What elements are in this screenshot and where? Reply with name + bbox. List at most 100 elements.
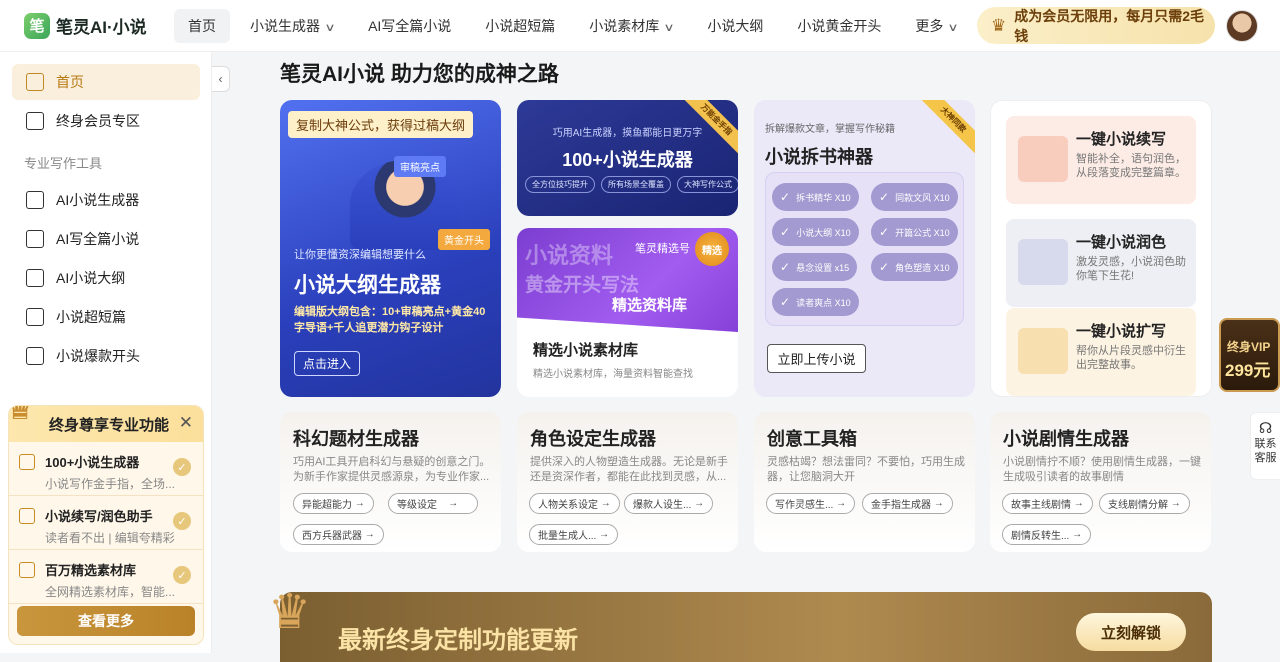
customer-service-label: 联系客服	[1254, 438, 1277, 464]
card-label: 黄金开头	[438, 229, 490, 250]
feature-chip: 全方位技巧提升	[525, 176, 595, 193]
sidebar-item-ai-full-novel[interactable]: AI写全篇小说	[12, 221, 200, 257]
feature-link-chip[interactable]: 人物关系设定 →	[529, 493, 620, 514]
feature-chip: ✓ 读者爽点 X10	[772, 288, 859, 316]
customer-service-button[interactable]: ☊ 联系客服	[1250, 412, 1280, 480]
book-dismantle-card[interactable]: 大神同款 拆解爆款文章，掌握写作秘籍 小说拆书神器 ✓ 拆书精华 X10 ✓ 同款文…	[754, 100, 975, 397]
pages-icon	[26, 308, 44, 326]
upload-novel-button[interactable]: 立即上传小说	[767, 344, 866, 373]
sidebar-item-short-story[interactable]: 小说超短篇	[12, 299, 200, 335]
chip-label: 爆款人设生...	[633, 500, 692, 511]
book-icon	[19, 453, 35, 470]
outline-generator-card[interactable]: 复制大神公式，获得过稿大纲 审稿亮点 黄金开头 让你更懂资深编辑想要什么 小说大…	[280, 100, 501, 397]
open-book-icon	[26, 230, 44, 248]
promo-feature: 100+小说生成器 小说写作金手指，全场... ✓	[9, 442, 203, 496]
feature-chip-label: 读者爽点 X10	[796, 297, 851, 308]
feature-link-chip[interactable]: 异能超能力 →	[293, 493, 374, 514]
chip-label: 支线剧情分解	[1108, 500, 1168, 511]
chip-label: 剧情反转生...	[1011, 531, 1070, 542]
tool-description: 帮你从片段灵感中衍生出完整故事。	[1076, 345, 1186, 371]
feature-chip-label: 同款文风 X10	[895, 192, 950, 203]
chip-label: 异能超能力	[302, 500, 352, 511]
character-generator-card[interactable]: 角色设定生成器 提供深入的人物塑造生成器。无论是新手还是资深作者，都能在此找到灵…	[517, 412, 738, 552]
generator-collection-card[interactable]: 万能金手指 巧用AI生成器，摸鱼都能日更万字 100+小说生成器 全方位技巧提升…	[517, 100, 738, 216]
card-title: 创意工具箱	[767, 429, 857, 449]
tool-expand[interactable]: 一键小说扩写 帮你从片段灵感中衍生出完整故事。	[1006, 308, 1196, 396]
card-title: 角色设定生成器	[530, 429, 656, 449]
promo-feature-sub: 读者看不出 | 编辑夸精彩	[45, 531, 175, 545]
brand-logo[interactable]: 笔 笔灵AI·小说	[24, 12, 174, 39]
tool-polish[interactable]: 一键小说润色 激发灵感，小说润色助你笔下生花!	[1006, 219, 1196, 307]
feature-link-chip[interactable]: 西方兵器武器 →	[293, 524, 384, 545]
feature-link-chip[interactable]: 爆款人设生... →	[624, 493, 714, 514]
feature-link-chip[interactable]: 等级设定 →	[388, 493, 478, 514]
nav-more[interactable]: 更多 ∨	[901, 9, 971, 43]
enter-button[interactable]: 点击进入	[294, 351, 360, 376]
feature-chip: 所有场景全覆盖	[601, 176, 671, 193]
chevron-down-icon: ∨	[947, 21, 960, 34]
material-library-card[interactable]: 小说资料 黄金开头写法 精选资料库 笔灵精选号 精选 精选小说素材库 精选小说素…	[517, 228, 738, 397]
sidebar-item-hit-opening[interactable]: 小说爆款开头	[12, 338, 200, 374]
sidebar-collapse-button[interactable]: ‹	[212, 66, 230, 92]
vip-upgrade-button[interactable]: ♛ 成为会员无限用，每月只需2毛钱	[977, 7, 1215, 44]
nav-golden-opening-label: 小说黄金开头	[797, 17, 882, 34]
feature-link-chip[interactable]: 故事主线剧情 →	[1002, 493, 1093, 514]
lifetime-vip-float-badge[interactable]: 终身VIP 299元	[1219, 318, 1280, 392]
chip-label: 故事主线剧情	[1011, 500, 1071, 511]
promo-header: ♛ 终身尊享专业功能 ✕	[9, 406, 203, 442]
promo-feature-sub: 全网精选素材库，智能...	[45, 585, 176, 599]
creative-toolbox-card[interactable]: 创意工具箱 灵感枯竭？想法雷同？不要怕，巧用生成器，让您脑洞大开 写作灵感生..…	[754, 412, 975, 552]
chip-label: 批量生成人...	[538, 531, 597, 542]
card-description: 编辑版大纲包含：10+审稿亮点+黄金40字导语+千人追更潜力钩子设计	[294, 306, 486, 334]
nav-home[interactable]: 首页	[174, 8, 230, 43]
feature-link-chip[interactable]: 剧情反转生... →	[1002, 524, 1092, 545]
card-title: 科幻题材生成器	[293, 429, 419, 449]
promo-feature-title: 百万精选素材库	[45, 563, 137, 578]
quick-tools-card: 一键小说续写 智能补全，语句润色，从段落变成完整篇章。 一键小说润色 激发灵感，…	[990, 100, 1212, 397]
main-nav: 首页 小说生成器 ∨ AI写全篇小说 小说超短篇 小说素材库 ∨ 小说大纲 小说黄金…	[174, 0, 977, 52]
check-icon: ✓	[780, 225, 791, 239]
sidebar-item-label: 终身会员专区	[56, 113, 140, 129]
close-icon[interactable]: ✕	[179, 413, 193, 433]
feature-chip: ✓ 角色塑造 X10	[871, 253, 958, 281]
promo-feature: 百万精选素材库 全网精选素材库，智能... ✓	[9, 550, 203, 604]
nav-home-label: 首页	[188, 17, 216, 34]
sidebar-item-home[interactable]: 首页	[12, 64, 200, 100]
check-icon: ✓	[173, 512, 191, 530]
promo-feature-title: 小说续写/润色助手	[45, 509, 153, 524]
feature-chip: ✓ 开篇公式 X10	[871, 218, 958, 246]
nav-material-library[interactable]: 小说素材库 ∨	[575, 9, 687, 43]
nav-short-story[interactable]: 小说超短篇	[471, 9, 569, 43]
feature-link-chip[interactable]: 批量生成人... →	[529, 524, 619, 545]
plot-generator-card[interactable]: 小说剧情生成器 小说剧情拧不顺？使用剧情生成器，一键生成吸引读者的故事剧情 故事…	[990, 412, 1211, 552]
check-icon: ✓	[780, 260, 791, 274]
scifi-generator-card[interactable]: 科幻题材生成器 巧用AI工具开启科幻与悬疑的创意之门。为新手作家提供灵感源泉，为…	[280, 412, 501, 552]
tool-title: 一键小说续写	[1076, 131, 1167, 148]
tool-continue-writing[interactable]: 一键小说续写 智能补全，语句润色，从段落变成完整篇章。	[1006, 116, 1196, 204]
nav-golden-opening[interactable]: 小说黄金开头	[783, 9, 895, 43]
sidebar-item-lifetime-vip[interactable]: 终身会员专区	[12, 103, 200, 139]
card-title: 小说剧情生成器	[1003, 429, 1129, 449]
sidebar-item-label: 首页	[56, 74, 84, 90]
sidebar-item-ai-novel-generator[interactable]: AI小说生成器	[12, 182, 200, 218]
sparkle-note-icon	[1018, 328, 1068, 374]
feature-link-chip[interactable]: 写作灵感生... →	[766, 493, 856, 514]
feature-link-chip[interactable]: 支线剧情分解 →	[1099, 493, 1190, 514]
nav-novel-generator[interactable]: 小说生成器 ∨	[236, 9, 348, 43]
user-avatar[interactable]	[1226, 10, 1258, 42]
dismantle-feature-box: ✓ 拆书精华 X10 ✓ 同款文风 X10 ✓ 小说大纲 X10 ✓ 开篇公式 X10 …	[765, 172, 964, 326]
headset-icon: ☊	[1258, 420, 1273, 437]
feature-chip: 大神写作公式	[677, 176, 738, 193]
see-more-button[interactable]: 查看更多	[17, 606, 195, 636]
opening-icon	[26, 347, 44, 365]
card-subtitle: 巧用AI生成器，摸鱼都能日更万字	[552, 128, 703, 139]
sidebar-item-label: AI小说大纲	[56, 270, 126, 286]
nav-outline[interactable]: 小说大纲	[693, 9, 777, 43]
chevron-down-icon: ∨	[663, 21, 675, 34]
unlock-now-button[interactable]: 立刻解锁	[1076, 613, 1186, 651]
sidebar-item-ai-outline[interactable]: AI小说大纲	[12, 260, 200, 296]
nav-ai-full-novel[interactable]: AI写全篇小说	[354, 9, 465, 43]
feature-link-chip[interactable]: 金手指生成器 →	[862, 493, 953, 514]
card-description: 灵感枯竭？想法雷同？不要怕，巧用生成器，让您脑洞大开	[767, 456, 965, 483]
promo-feature-title: 100+小说生成器	[45, 455, 140, 470]
